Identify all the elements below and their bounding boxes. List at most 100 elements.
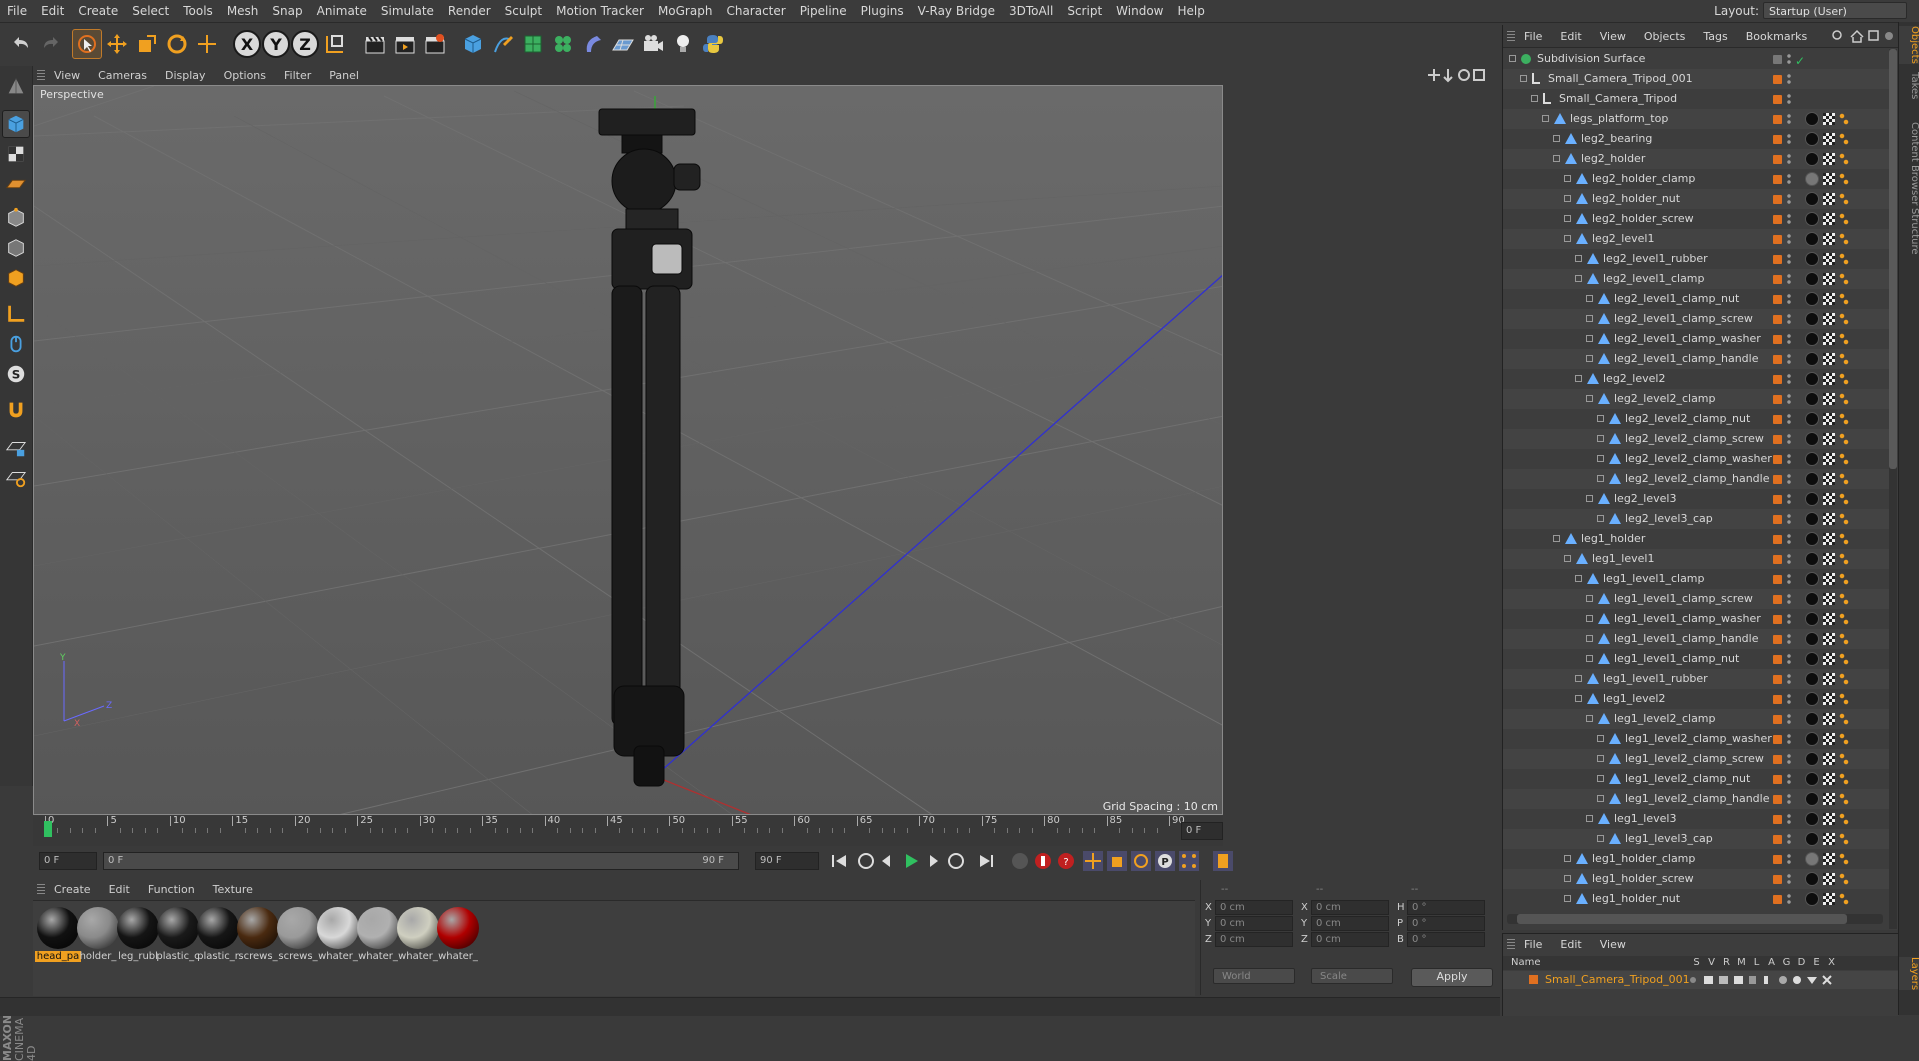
fold-toggle-icon[interactable] — [1564, 175, 1571, 182]
layer-color-swatch[interactable] — [1773, 515, 1782, 524]
object-menu-file[interactable]: File — [1515, 30, 1551, 43]
layer-color-swatch[interactable] — [1773, 355, 1782, 364]
fold-toggle-icon[interactable] — [1564, 855, 1571, 862]
phong-tag-icon[interactable] — [1839, 153, 1849, 165]
material-tags[interactable] — [1805, 512, 1865, 526]
uvw-tag-icon[interactable] — [1823, 173, 1835, 185]
material-tag-icon[interactable] — [1805, 252, 1819, 266]
menu-pipeline[interactable]: Pipeline — [793, 0, 854, 22]
coordinate-scale-dropdown[interactable]: Scale — [1311, 968, 1393, 984]
uvw-tag-icon[interactable] — [1823, 713, 1835, 725]
camera-button[interactable] — [638, 29, 668, 59]
object-manager-scrollbar[interactable] — [1889, 49, 1897, 929]
object-row[interactable]: leg2_level3 — [1503, 489, 1889, 509]
visibility-dots-icon[interactable] — [1787, 753, 1791, 765]
material-tags[interactable] — [1805, 352, 1865, 366]
workplane-lock-button[interactable] — [2, 434, 30, 462]
visibility-dots-icon[interactable] — [1787, 813, 1791, 825]
uvw-tag-icon[interactable] — [1823, 653, 1835, 665]
object-menu-bookmarks[interactable]: Bookmarks — [1737, 30, 1816, 43]
material-menu-edit[interactable]: Edit — [100, 883, 139, 896]
visibility-dots-icon[interactable] — [1787, 433, 1791, 445]
object-row[interactable]: leg1_level2_clamp_washer — [1503, 729, 1889, 749]
visibility-dots-icon[interactable] — [1787, 373, 1791, 385]
layer-menu-edit[interactable]: Edit — [1551, 938, 1590, 951]
fold-toggle-icon[interactable] — [1575, 275, 1582, 282]
phong-tag-icon[interactable] — [1839, 213, 1849, 225]
layer-column-x[interactable]: X — [1824, 956, 1839, 970]
fold-toggle-icon[interactable] — [1575, 375, 1582, 382]
layer-color-swatch[interactable] — [1773, 175, 1782, 184]
coordinate-value-field[interactable]: 0 cm — [1215, 915, 1293, 931]
object-row[interactable]: leg1_level1_clamp_nut — [1503, 649, 1889, 669]
object-row[interactable]: leg2_holder_screw — [1503, 209, 1889, 229]
material-tag-icon[interactable] — [1805, 612, 1819, 626]
previous-key-button[interactable] — [858, 853, 874, 869]
viewport-menu-display[interactable]: Display — [156, 69, 215, 82]
object-menu-objects[interactable]: Objects — [1635, 30, 1695, 43]
phong-tag-icon[interactable] — [1839, 833, 1849, 845]
visibility-dots-icon[interactable] — [1787, 613, 1791, 625]
fold-toggle-icon[interactable] — [1586, 595, 1593, 602]
fold-toggle-icon[interactable] — [1586, 655, 1593, 662]
viewport-menu-view[interactable]: View — [45, 69, 89, 82]
material-tags[interactable] — [1805, 272, 1865, 286]
material-tag-icon[interactable] — [1805, 572, 1819, 586]
timeline-ruler[interactable]: 051015202530354045505560657075808590 0 F — [33, 815, 1223, 846]
visibility-dots-icon[interactable] — [1787, 473, 1791, 485]
visibility-dots-icon[interactable] — [1787, 493, 1791, 505]
uvw-tag-icon[interactable] — [1823, 833, 1835, 845]
coordinate-system-button[interactable] — [320, 29, 350, 59]
layer-color-swatch[interactable] — [1773, 375, 1782, 384]
fold-toggle-icon[interactable] — [1553, 535, 1560, 542]
layer-color-swatch[interactable] — [1773, 615, 1782, 624]
layer-color-swatch[interactable] — [1773, 875, 1782, 884]
phong-tag-icon[interactable] — [1839, 253, 1849, 265]
enabled-check-icon[interactable]: ✓ — [1795, 51, 1805, 71]
z-axis-lock-button[interactable]: Z — [290, 29, 320, 59]
object-row[interactable]: leg1_level2_clamp_nut — [1503, 769, 1889, 789]
object-row[interactable]: leg2_holder — [1503, 149, 1889, 169]
phong-tag-icon[interactable] — [1839, 873, 1849, 885]
material-tag-icon[interactable] — [1805, 392, 1819, 406]
layer-toggle-icons[interactable] — [1687, 974, 1867, 986]
fold-toggle-icon[interactable] — [1597, 435, 1604, 442]
layer-column-s[interactable]: S — [1689, 956, 1704, 970]
visibility-dots-icon[interactable] — [1787, 253, 1791, 265]
object-row[interactable]: Subdivision Surface ✓ — [1503, 49, 1889, 69]
workplane-mode-button[interactable] — [2, 170, 30, 198]
layer-color-swatch[interactable] — [1773, 535, 1782, 544]
layer-color-swatch[interactable] — [1773, 155, 1782, 164]
phong-tag-icon[interactable] — [1839, 813, 1849, 825]
fold-toggle-icon[interactable] — [1597, 755, 1604, 762]
object-menu-edit[interactable]: Edit — [1551, 30, 1590, 43]
layer-color-swatch[interactable] — [1773, 455, 1782, 464]
uvw-tag-icon[interactable] — [1823, 753, 1835, 765]
phong-tag-icon[interactable] — [1839, 673, 1849, 685]
material-tags[interactable] — [1805, 292, 1865, 306]
coordinate-value-field[interactable]: 0 cm — [1311, 915, 1389, 931]
record-pla-button[interactable] — [1179, 851, 1199, 871]
phong-tag-icon[interactable] — [1839, 753, 1849, 765]
material-tag-icon[interactable] — [1805, 192, 1819, 206]
auto-key-button[interactable] — [1035, 853, 1051, 869]
uvw-tag-icon[interactable] — [1823, 793, 1835, 805]
layer-color-swatch[interactable] — [1773, 295, 1782, 304]
layer-color-swatch[interactable] — [1773, 215, 1782, 224]
object-row[interactable]: leg1_level1_clamp_screw — [1503, 589, 1889, 609]
fold-toggle-icon[interactable] — [1586, 335, 1593, 342]
object-menu-view[interactable]: View — [1591, 30, 1635, 43]
uvw-tag-icon[interactable] — [1823, 593, 1835, 605]
phong-tag-icon[interactable] — [1839, 853, 1849, 865]
material-tag-icon[interactable] — [1805, 772, 1819, 786]
phong-tag-icon[interactable] — [1839, 573, 1849, 585]
material-tag-icon[interactable] — [1805, 372, 1819, 386]
keyframe-selection-button[interactable]: ? — [1058, 853, 1074, 869]
phong-tag-icon[interactable] — [1839, 413, 1849, 425]
menu-motion-tracker[interactable]: Motion Tracker — [549, 0, 651, 22]
visibility-dots-icon[interactable] — [1787, 293, 1791, 305]
points-mode-button[interactable] — [2, 204, 30, 232]
material-tags[interactable] — [1805, 372, 1865, 386]
render-view-button[interactable] — [360, 29, 390, 59]
object-row[interactable]: leg2_level1_clamp_screw — [1503, 309, 1889, 329]
